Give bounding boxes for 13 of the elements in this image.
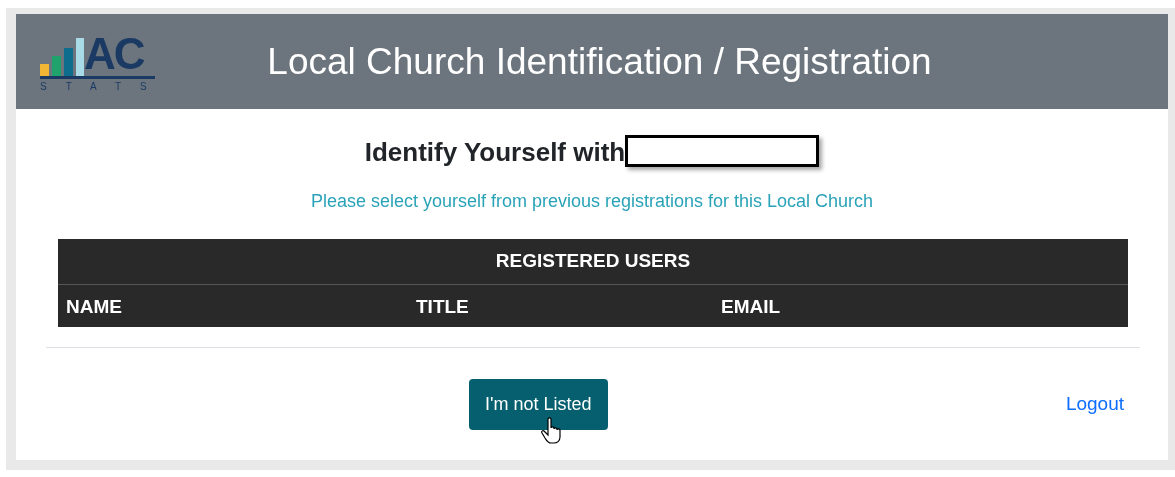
hand-cursor-icon xyxy=(541,417,563,445)
page-title: Local Church Identification / Registration xyxy=(266,39,933,84)
logo-text: AC xyxy=(84,31,144,76)
not-listed-button[interactable]: I'm not Listed xyxy=(469,379,608,430)
column-header: EMAIL xyxy=(721,295,781,317)
column-header: NAME xyxy=(66,295,122,317)
column-header: TITLE xyxy=(416,295,469,317)
logo-subtitle: STATS xyxy=(40,75,155,92)
logout-link[interactable]: Logout xyxy=(1065,390,1124,419)
bar-chart-icon xyxy=(40,37,84,76)
instruction-text: Please select yourself from previous registrations for this Local Church xyxy=(309,190,875,213)
table-title: REGISTERED USERS xyxy=(58,239,1128,285)
heading: Identify Yourself with xyxy=(364,137,626,167)
